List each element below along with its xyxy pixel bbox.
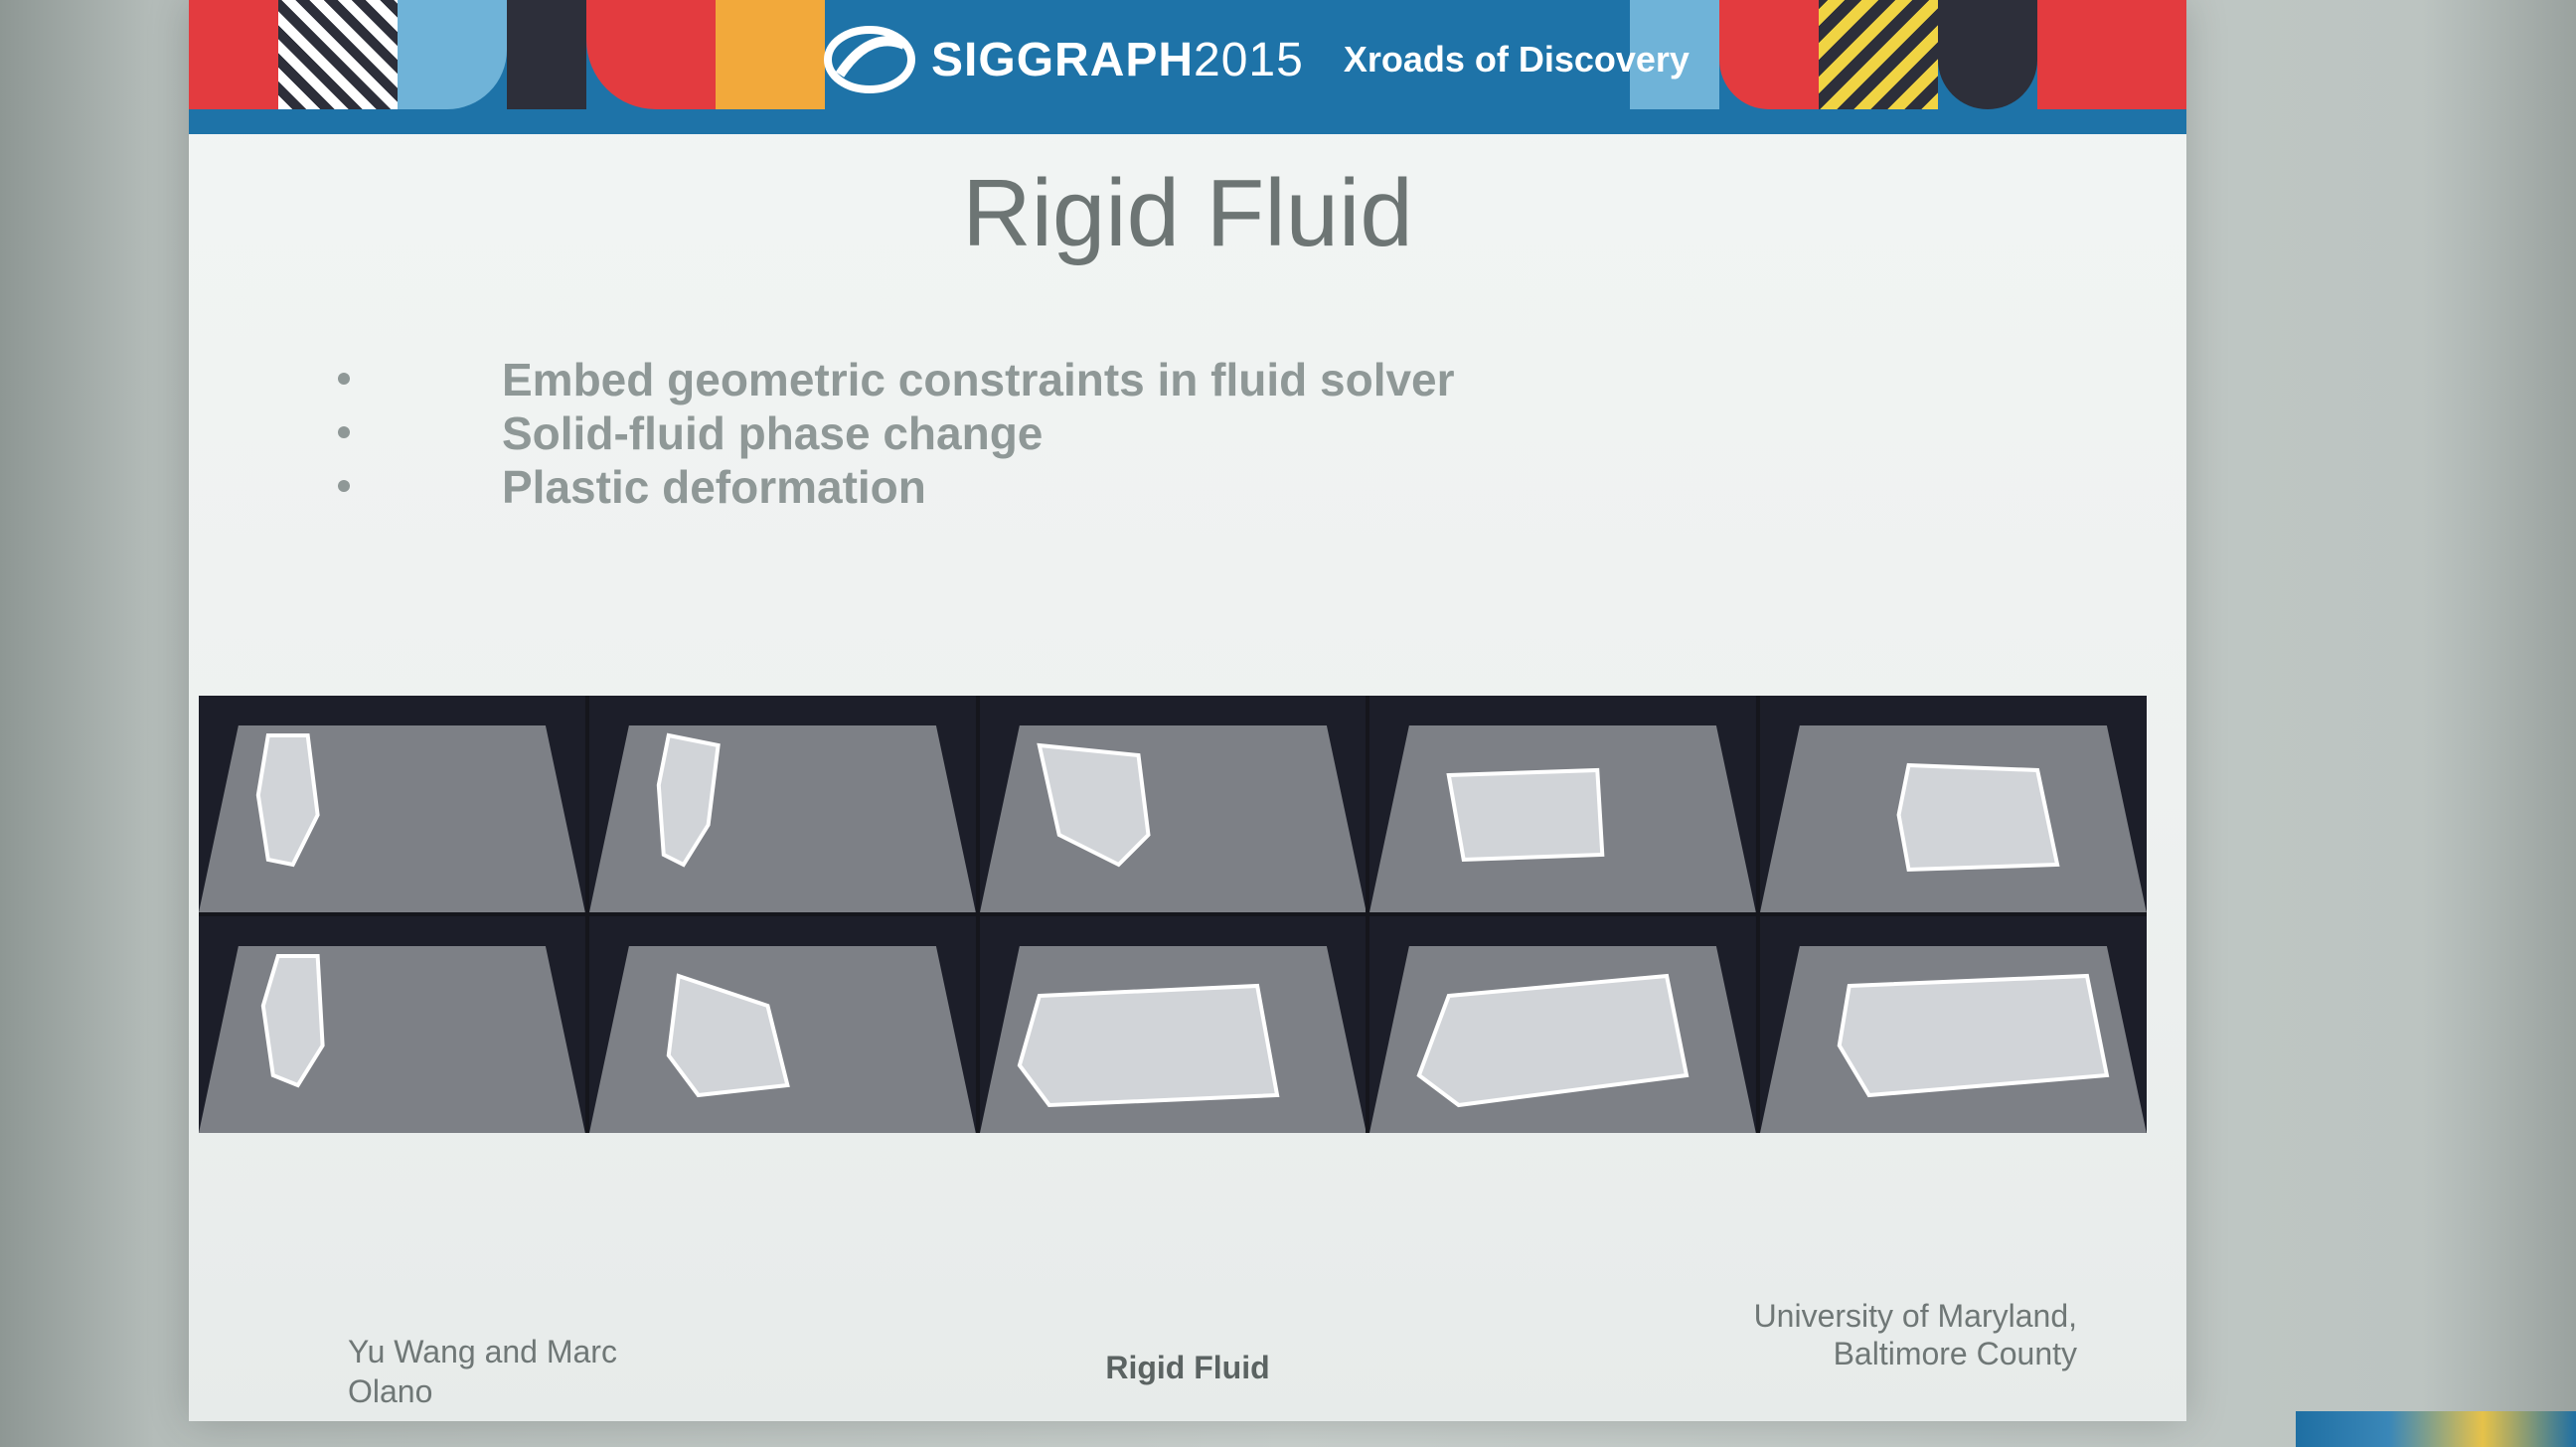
banner-tile <box>398 0 507 109</box>
glass-object <box>1837 973 2110 1098</box>
simulation-frame-render <box>588 696 976 912</box>
bullet-item: Plastic deformation <box>338 460 1455 514</box>
siggraph-swirl-icon <box>824 26 915 93</box>
simulation-frame-render <box>1760 916 2147 1133</box>
conference-banner: SIGGRAPH2015 Xroads of Discovery <box>189 0 2186 134</box>
simulation-frame-render <box>979 696 1367 912</box>
simulation-frame-render <box>1369 696 1757 912</box>
bullet-dot <box>338 426 350 438</box>
bullet-text: Solid-fluid phase change <box>502 407 1044 459</box>
simulation-frame <box>979 916 1367 1133</box>
simulation-frame-render <box>199 916 585 1133</box>
logo-text: SIGGRAPH2015 <box>931 33 1304 86</box>
bullet-item: Solid-fluid phase change <box>338 406 1455 460</box>
glass-object <box>1017 983 1280 1108</box>
frame-floor <box>588 946 976 1133</box>
banner-tile <box>507 0 586 109</box>
simulation-frame <box>1760 696 2147 912</box>
slide-title: Rigid Fluid <box>962 160 1413 266</box>
banner-tile <box>189 0 278 109</box>
simulation-frame-render <box>199 696 585 912</box>
bullet-dot <box>338 373 350 385</box>
bullet-item: Embed geometric constraints in fluid sol… <box>338 353 1455 406</box>
banner-tile <box>1938 0 2037 109</box>
corner-sticker <box>2296 1411 2576 1447</box>
simulation-frame <box>1760 916 2147 1133</box>
bullet-list: Embed geometric constraints in fluid sol… <box>338 353 1455 514</box>
simulation-frame <box>588 696 976 912</box>
simulation-frame <box>1369 916 1757 1133</box>
siggraph-logo: SIGGRAPH2015 Xroads of Discovery <box>820 0 1814 119</box>
simulation-frame <box>979 696 1367 912</box>
frame-floor <box>199 946 585 1133</box>
simulation-frame-render <box>588 916 976 1133</box>
banner-tile <box>716 0 825 109</box>
frame-floor <box>979 725 1367 912</box>
frame-floor <box>199 725 585 912</box>
glass-object <box>1896 762 2060 873</box>
banner-tile <box>586 0 716 109</box>
simulation-frame <box>588 916 976 1133</box>
banner-tile <box>1819 0 1938 109</box>
bullet-dot <box>338 480 350 492</box>
glass-object <box>1446 767 1605 863</box>
bullet-text: Plastic deformation <box>502 461 926 513</box>
simulation-frame-render <box>1760 696 2147 912</box>
simulation-frames-figure <box>199 696 2147 1133</box>
presentation-slide: SIGGRAPH2015 Xroads of Discovery Rigid F… <box>189 0 2186 1421</box>
frame-floor <box>588 725 976 912</box>
simulation-frame <box>199 916 585 1133</box>
simulation-frame-render <box>1369 916 1757 1133</box>
banner-tile <box>2037 0 2186 109</box>
simulation-frame <box>1369 696 1757 912</box>
footer-university: University of Maryland, Baltimore County <box>1753 1298 2077 1371</box>
conference-tagline: Xroads of Discovery <box>1343 39 1690 80</box>
banner-tile <box>278 0 398 109</box>
logo-year: 2015 <box>1194 33 1304 86</box>
bullet-text: Embed geometric constraints in fluid sol… <box>502 354 1455 405</box>
simulation-frame <box>199 696 585 912</box>
simulation-frame-render <box>979 916 1367 1133</box>
